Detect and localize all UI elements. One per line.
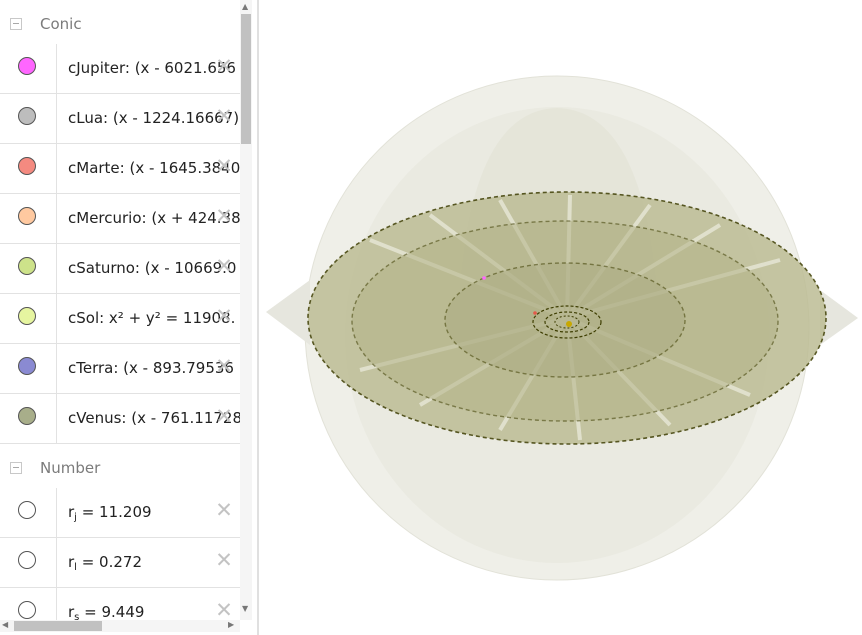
delete-icon[interactable]: ✕	[214, 406, 234, 427]
scroll-left-icon[interactable]: ◀	[2, 620, 8, 629]
visibility-marble-icon[interactable]	[18, 357, 36, 375]
scroll-thumb[interactable]	[241, 14, 251, 144]
jupiter-marker	[482, 276, 486, 280]
mars-marker	[533, 311, 537, 315]
list-item[interactable]: rl = 0.272 ✕	[0, 538, 240, 588]
horizontal-scrollbar[interactable]: ◀ ▶	[0, 620, 240, 632]
list-item[interactable]: cMercurio: (x + 424.38 ✕	[0, 194, 240, 244]
view-splitter[interactable]	[257, 0, 259, 635]
collapse-toggle-icon[interactable]	[10, 18, 22, 30]
list-item[interactable]: rs = 9.449 ✕	[0, 588, 240, 620]
list-item[interactable]: cJupiter: (x - 6021.656 ✕	[0, 44, 240, 94]
visibility-marble-icon[interactable]	[18, 207, 36, 225]
delete-icon[interactable]: ✕	[214, 56, 234, 77]
visibility-marble-icon[interactable]	[18, 157, 36, 175]
delete-icon[interactable]: ✕	[214, 550, 234, 571]
list-item[interactable]: cMarte: (x - 1645.3840 ✕	[0, 144, 240, 194]
list-item[interactable]: cSaturno: (x - 10669.0 ✕	[0, 244, 240, 294]
visibility-marble-icon[interactable]	[18, 551, 36, 569]
delete-icon[interactable]: ✕	[214, 600, 234, 621]
visibility-marble-icon[interactable]	[18, 107, 36, 125]
delete-icon[interactable]: ✕	[214, 256, 234, 277]
graphics-3d-view[interactable]	[260, 0, 862, 635]
list-item[interactable]: cVenus: (x - 761.11728 ✕	[0, 394, 240, 444]
delete-icon[interactable]: ✕	[214, 106, 234, 127]
visibility-marble-icon[interactable]	[18, 601, 36, 619]
scroll-right-icon[interactable]: ▶	[228, 620, 234, 629]
group-title: Number	[40, 459, 101, 477]
visibility-marble-icon[interactable]	[18, 407, 36, 425]
group-header-conic[interactable]: Conic	[0, 0, 240, 44]
group-header-number[interactable]: Number	[0, 444, 240, 488]
delete-icon[interactable]: ✕	[214, 306, 234, 327]
scroll-up-icon[interactable]: ▲	[242, 2, 248, 11]
delete-icon[interactable]: ✕	[214, 356, 234, 377]
vertical-scrollbar[interactable]: ▲ ▼	[240, 0, 252, 620]
scroll-thumb[interactable]	[14, 621, 102, 631]
scroll-down-icon[interactable]: ▼	[242, 604, 248, 613]
delete-icon[interactable]: ✕	[214, 206, 234, 227]
plane-wing-left	[266, 280, 310, 345]
group-title: Conic	[40, 15, 82, 33]
list-item[interactable]: cLua: (x - 1224.16667) ✕	[0, 94, 240, 144]
visibility-marble-icon[interactable]	[18, 501, 36, 519]
collapse-toggle-icon[interactable]	[10, 462, 22, 474]
list-item[interactable]: cSol: x² + y² = 11908. ✕	[0, 294, 240, 344]
visibility-marble-icon[interactable]	[18, 257, 36, 275]
delete-icon[interactable]: ✕	[214, 156, 234, 177]
sun-marker	[566, 321, 572, 327]
list-item[interactable]: rj = 11.209 ✕	[0, 488, 240, 538]
visibility-marble-icon[interactable]	[18, 57, 36, 75]
list-item[interactable]: cTerra: (x - 893.79536 ✕	[0, 344, 240, 394]
delete-icon[interactable]: ✕	[214, 500, 234, 521]
algebra-view: Conic cJupiter: (x - 6021.656 ✕ cLua: (x…	[0, 0, 240, 620]
visibility-marble-icon[interactable]	[18, 307, 36, 325]
orbit-mars	[444, 262, 686, 378]
